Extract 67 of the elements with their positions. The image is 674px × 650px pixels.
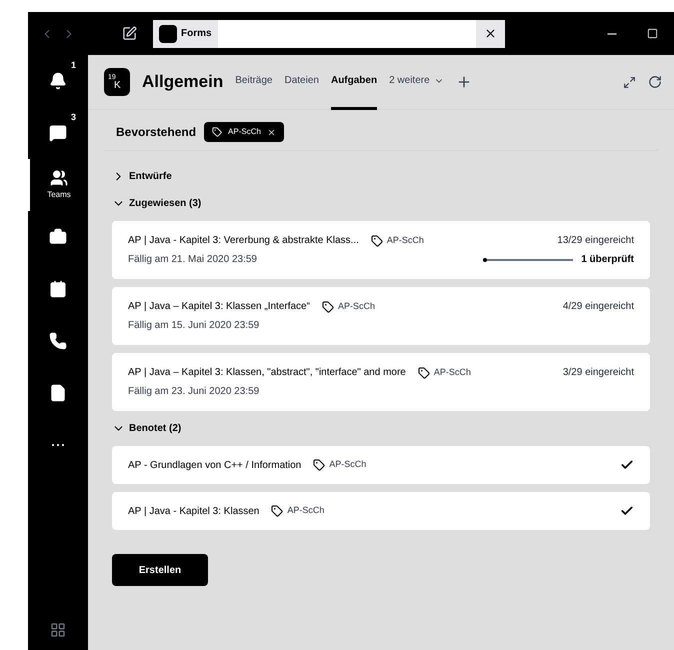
tab[interactable]: 2 weitere xyxy=(389,54,444,110)
check-icon xyxy=(620,504,634,518)
create-button[interactable]: Erstellen xyxy=(112,554,208,586)
assignment-title: AP - Grundlagen von C++ / Information xyxy=(128,458,302,472)
bag-icon xyxy=(49,228,67,246)
apps-icon[interactable] xyxy=(50,622,66,638)
assignment-title: AP | Java - Kapitel 3: Vererbung & abstrakte Klass... xyxy=(128,234,359,248)
tag-icon xyxy=(370,234,383,246)
tag-label: AP-ScCh xyxy=(329,458,366,472)
submitted-count: 3/29 eingereicht xyxy=(562,366,634,380)
app-logo-icon xyxy=(159,24,177,42)
chip-label: AP-ScCh xyxy=(228,126,261,138)
add-tab-icon[interactable] xyxy=(456,74,472,90)
due-date: Fällig am 21. Mai 2020 23:59 xyxy=(128,253,258,267)
section-toggle[interactable]: Zugewiesen (3) xyxy=(112,194,650,213)
assignment-card[interactable]: AP | Java – Kapitel 3: Klassen „Interface“ AP-ScCh Fällig am 15. Juni 2020 23:59 4/29 eingereicht xyxy=(112,287,650,345)
tag-label: AP-ScCh xyxy=(338,300,375,313)
compose-icon[interactable] xyxy=(122,26,137,41)
avatar-letter: K xyxy=(114,80,121,90)
sidebar-item[interactable]: 1 xyxy=(28,55,88,107)
people-icon xyxy=(50,169,68,187)
due-date: Fällig am 23. Juni 2020 23:59 xyxy=(128,385,260,399)
tag-icon xyxy=(313,459,326,471)
tag-label: AP-ScCh xyxy=(386,234,424,247)
due-date: Fällig am 15. Juni 2020 23:59 xyxy=(128,319,260,333)
sidebar-item[interactable]: 3 xyxy=(28,107,88,159)
class-filter-chip[interactable]: AP-ScCh xyxy=(204,122,284,142)
channel-title: Allgemein xyxy=(142,71,224,94)
check-icon xyxy=(620,458,634,472)
calendar-icon xyxy=(49,280,67,298)
app-chip-label: Forms xyxy=(181,27,212,41)
tag-label: AP-ScCh xyxy=(287,504,324,518)
chat-icon xyxy=(49,124,67,142)
refresh-icon[interactable] xyxy=(648,75,662,89)
notification-count: 3 xyxy=(70,111,76,124)
sidebar-label: Teams xyxy=(47,189,71,201)
assignment-title: AP | Java – Kapitel 3: Klassen „Interface“ xyxy=(128,300,310,314)
filter-label: Bevorstehend xyxy=(116,124,196,141)
tab[interactable]: Aufgaben xyxy=(330,54,378,110)
phone-icon xyxy=(49,332,67,350)
file-icon xyxy=(49,384,67,402)
tag-icon xyxy=(212,127,222,137)
section-toggle[interactable]: Entwürfe xyxy=(112,167,650,186)
search-field[interactable]: Forms xyxy=(153,20,505,48)
assignment-card[interactable]: AP | Java - Kapitel 3: Klassen AP-ScCh xyxy=(112,492,650,530)
assignment-card[interactable]: AP - Grundlagen von C++ / Information AP-ScCh xyxy=(112,446,650,484)
notification-count: 1 xyxy=(70,59,76,72)
assignment-title: AP | Java – Kapitel 3: Klassen, "abstract", "interface" and more xyxy=(128,366,406,380)
tag-label: AP-ScCh xyxy=(434,366,471,379)
submitted-count: 4/29 eingereicht xyxy=(562,300,634,314)
tab[interactable]: Dateien xyxy=(284,54,319,110)
more-icon[interactable]: ... xyxy=(50,431,66,449)
submitted-count: 13/29 eingereicht xyxy=(557,234,634,248)
tag-icon xyxy=(418,366,430,378)
tag-icon xyxy=(271,505,284,517)
remove-icon[interactable] xyxy=(266,128,276,136)
tag-icon xyxy=(322,300,334,312)
bell-icon xyxy=(49,72,67,90)
tab[interactable]: Beiträge xyxy=(235,54,272,110)
reviewed-count: 1 überprüft xyxy=(581,253,634,267)
clear-icon[interactable] xyxy=(484,27,497,40)
maximize-icon[interactable] xyxy=(647,28,658,39)
assignment-title: AP | Java - Kapitel 3: Klassen xyxy=(128,504,260,518)
expand-icon[interactable] xyxy=(623,76,636,88)
section-toggle[interactable]: Benotet (2) xyxy=(112,419,650,438)
assignment-card[interactable]: AP | Java – Kapitel 3: Klassen, "abstract", "interface" and more AP-ScCh Fällig am 23. Juni 2020 23:59 3/29 eingereicht xyxy=(112,353,650,411)
assignment-card[interactable]: AP | Java - Kapitel 3: Vererbung & abstrakte Klass... AP-ScCh Fällig am 21. Mai 2020 23:59 13/29 eingereicht 1 überprüft xyxy=(112,221,650,279)
